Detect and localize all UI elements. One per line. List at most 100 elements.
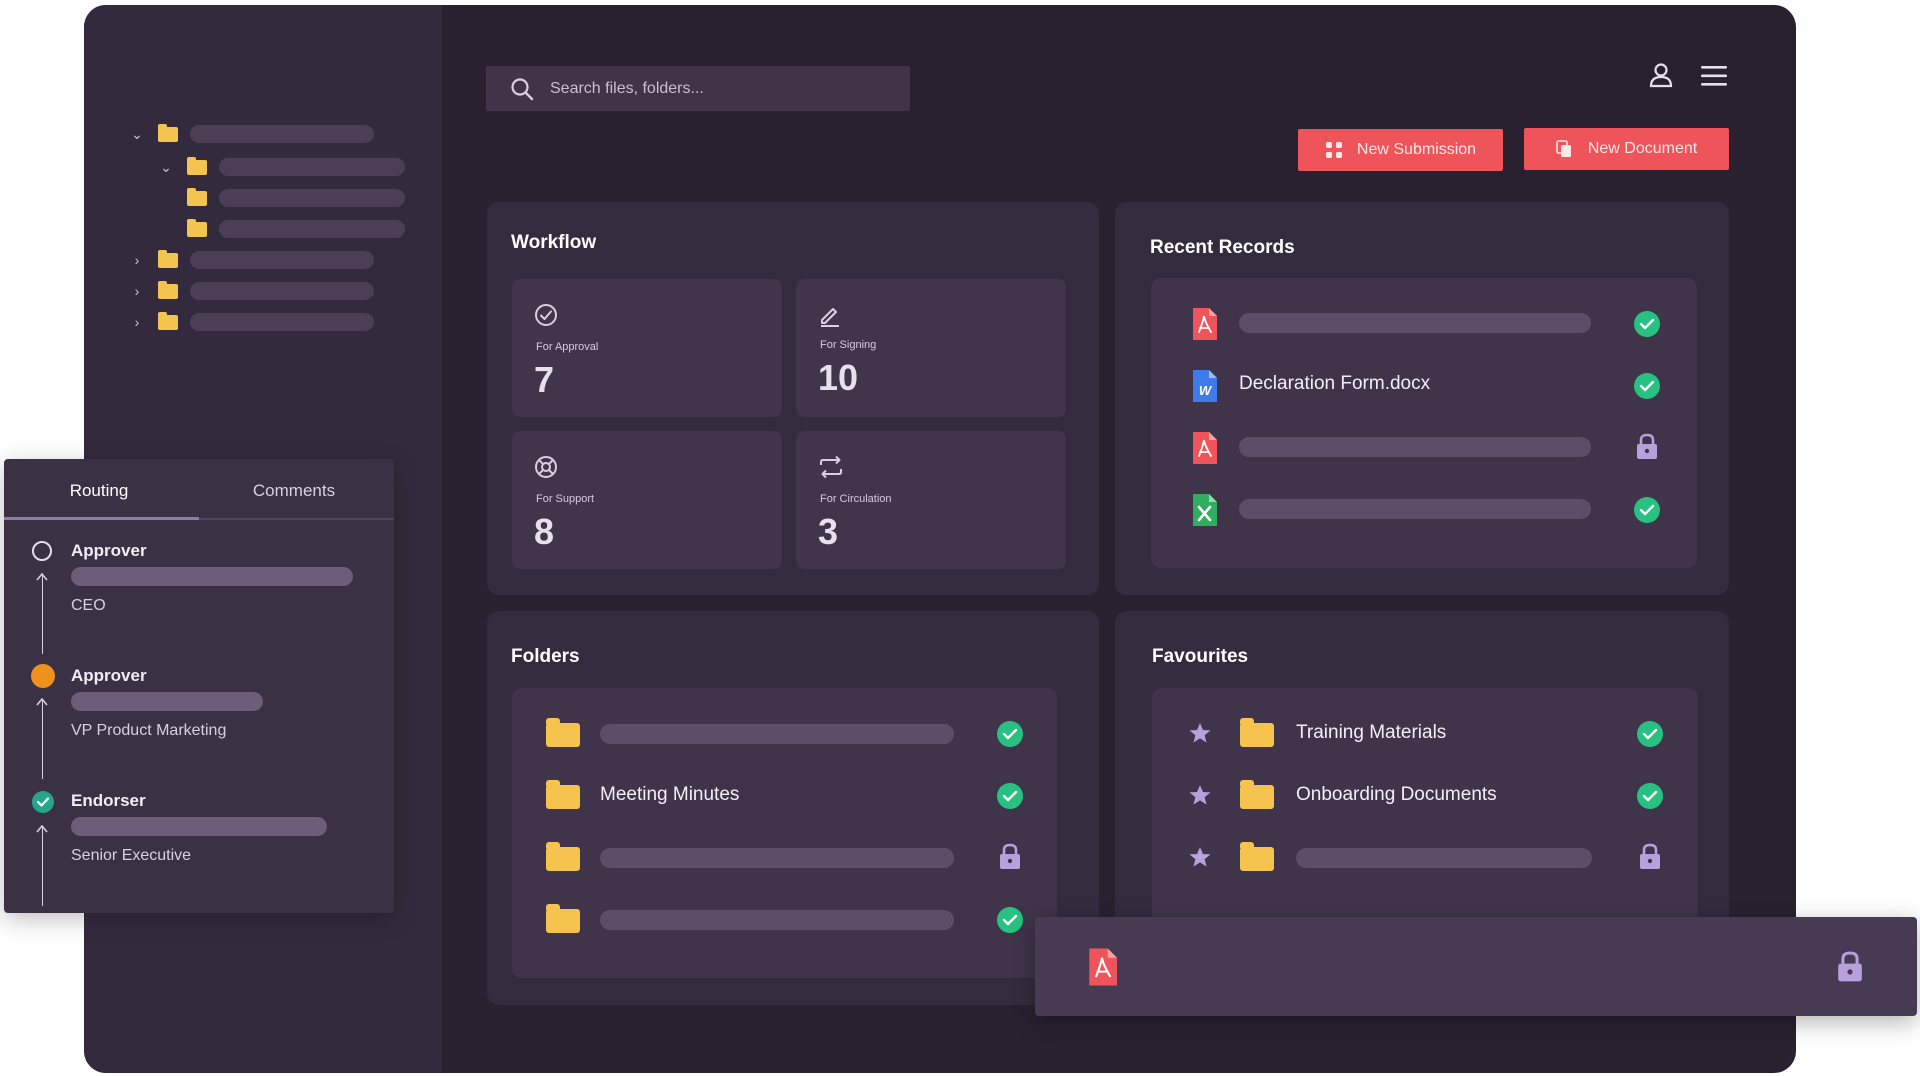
folder-icon (1240, 842, 1274, 871)
check-circle-icon (1634, 373, 1660, 399)
workflow-tile-support[interactable]: For Support 8 (512, 431, 782, 569)
tree-item-label-placeholder (190, 251, 374, 269)
lock-icon (1640, 843, 1660, 869)
list-item[interactable] (1152, 832, 1698, 882)
list-item[interactable] (1151, 422, 1697, 472)
workflow-tile-signing[interactable]: For Signing 10 (796, 279, 1066, 417)
menu-icon[interactable] (1700, 65, 1728, 87)
tree-item[interactable] (159, 218, 405, 239)
step-done-indicator (32, 791, 54, 813)
favourite-name: Onboarding Documents (1296, 784, 1497, 805)
list-item[interactable] (512, 708, 1057, 758)
tree-item[interactable]: › (130, 280, 374, 301)
chevron-down-icon[interactable]: ⌄ (130, 127, 144, 141)
workflow-tile-approval[interactable]: For Approval 7 (512, 279, 782, 417)
folder-icon (546, 718, 580, 747)
workflow-title: Workflow (511, 232, 597, 253)
list-item[interactable]: Training Materials (1152, 708, 1698, 758)
folder-icon (1240, 718, 1274, 747)
active-tab-indicator (4, 517, 199, 520)
recent-records-list: W Declaration Form.docx (1151, 278, 1697, 568)
star-icon[interactable] (1188, 846, 1212, 868)
record-name-placeholder (1239, 437, 1591, 457)
tree-item[interactable]: ⌄ (130, 123, 374, 144)
workflow-tile-circulation[interactable]: For Circulation 3 (796, 431, 1066, 569)
folder-icon (187, 187, 207, 206)
chevron-right-icon[interactable]: › (130, 284, 144, 298)
new-document-button[interactable]: New Document (1524, 128, 1729, 170)
check-circle-icon (1634, 311, 1660, 337)
step-assignee-placeholder (71, 567, 353, 586)
step-assignee-placeholder (71, 692, 263, 711)
list-item[interactable]: Onboarding Documents (1152, 770, 1698, 820)
new-submission-button[interactable]: New Submission (1298, 129, 1503, 171)
folder-icon (546, 904, 580, 933)
star-icon[interactable] (1188, 784, 1212, 806)
tree-item-label-placeholder (219, 189, 405, 207)
check-circle-icon (1637, 783, 1663, 809)
pdf-file-icon (1193, 432, 1217, 464)
tile-label: For Signing (820, 339, 877, 351)
tree-item-label-placeholder (190, 282, 374, 300)
lifebuoy-icon (535, 456, 557, 478)
tree-item[interactable]: ⌄ (159, 156, 405, 177)
tile-label: For Circulation (820, 493, 892, 505)
list-item[interactable] (1151, 298, 1697, 348)
workflow-panel: Workflow For Approval 7 For Signing 10 F… (487, 202, 1099, 595)
favourite-name: Training Materials (1296, 722, 1447, 743)
lock-icon (1838, 951, 1862, 982)
search-icon (511, 77, 534, 100)
folders-list: Meeting Minutes (512, 688, 1057, 978)
folder-name: Meeting Minutes (600, 784, 740, 805)
pdf-file-icon (1089, 948, 1117, 986)
step-connector (42, 699, 43, 779)
check-icon (36, 797, 50, 807)
step-role: CEO (71, 597, 106, 614)
step-connector (42, 574, 43, 654)
step-role: VP Product Marketing (71, 722, 227, 739)
lock-icon (1637, 433, 1657, 459)
folders-title: Folders (511, 646, 580, 667)
routing-panel: Routing Comments Approver CEO Approver V… (4, 459, 394, 913)
folder-icon (546, 780, 580, 809)
list-item[interactable] (512, 894, 1057, 944)
tile-label: For Approval (536, 341, 599, 353)
search-input[interactable] (548, 78, 882, 99)
tab-routing[interactable]: Routing (4, 459, 194, 519)
tree-item-label-placeholder (190, 313, 374, 331)
list-item[interactable] (1151, 484, 1697, 534)
tile-count: 8 (534, 511, 555, 552)
dragged-file-bar[interactable] (1035, 917, 1917, 1016)
favourite-name-placeholder (1296, 848, 1592, 868)
check-circle-icon (997, 907, 1023, 933)
tree-item[interactable]: › (130, 249, 374, 270)
list-item[interactable]: Meeting Minutes (512, 770, 1057, 820)
folder-icon (546, 842, 580, 871)
folders-panel: Folders Meeting Minutes (487, 611, 1099, 1005)
chevron-right-icon[interactable]: › (130, 253, 144, 267)
grid-icon (1325, 142, 1342, 158)
list-item[interactable]: W Declaration Form.docx (1151, 360, 1697, 410)
list-item[interactable] (512, 832, 1057, 882)
new-submission-label: New Submission (1356, 141, 1477, 158)
pdf-file-icon (1193, 308, 1217, 340)
tab-comments[interactable]: Comments (194, 459, 394, 519)
lock-icon (1000, 843, 1020, 869)
recent-records-panel: Recent Records W Declaration Form.docx (1115, 202, 1729, 595)
folder-icon (187, 156, 207, 175)
star-icon[interactable] (1188, 722, 1212, 744)
favourites-title: Favourites (1152, 646, 1249, 667)
chevron-right-icon[interactable]: › (130, 315, 144, 329)
chevron-down-icon[interactable]: ⌄ (159, 160, 173, 174)
tile-count: 10 (818, 357, 859, 398)
step-role: Senior Executive (71, 847, 192, 864)
tree-item[interactable]: › (130, 311, 374, 332)
folder-name-placeholder (600, 910, 954, 930)
user-icon[interactable] (1647, 61, 1675, 89)
folder-icon (158, 311, 178, 330)
record-name: Declaration Form.docx (1239, 373, 1431, 394)
check-circle-icon (535, 304, 557, 326)
step-current-indicator (31, 664, 55, 688)
tree-item-label-placeholder (219, 158, 405, 176)
tree-item[interactable] (159, 187, 405, 208)
